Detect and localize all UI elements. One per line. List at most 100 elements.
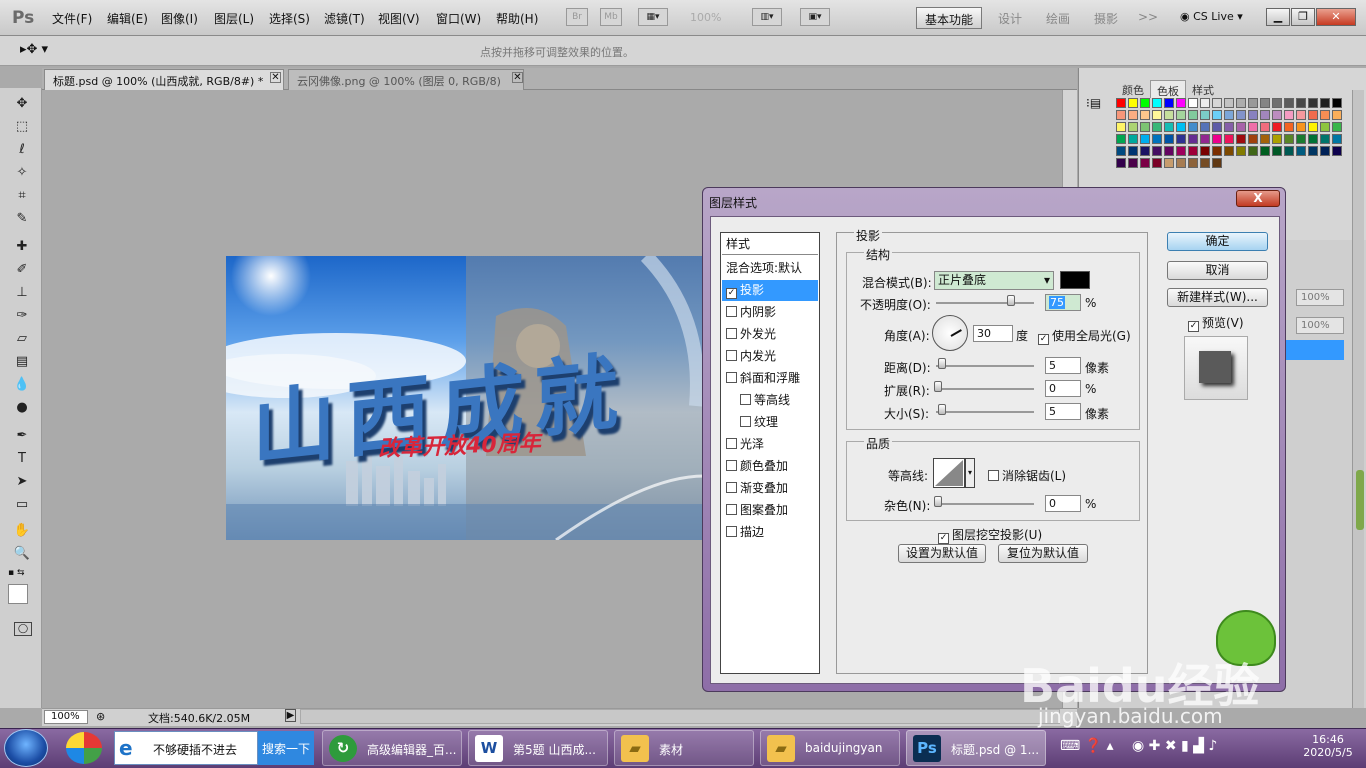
new-style-button[interactable]: 新建样式(W)... xyxy=(1167,288,1268,307)
color-swatch[interactable] xyxy=(1116,158,1126,168)
style-item[interactable]: 渐变叠加 xyxy=(722,478,818,499)
color-swatch[interactable] xyxy=(1176,134,1186,144)
color-swatch[interactable] xyxy=(1212,146,1222,156)
color-swatch[interactable] xyxy=(1224,134,1234,144)
color-swatch[interactable] xyxy=(1140,134,1150,144)
tab-swatches[interactable]: 色板 xyxy=(1150,80,1186,98)
layer-opacity-field[interactable]: 100% xyxy=(1296,289,1344,306)
styles-header[interactable]: 样式 xyxy=(722,234,818,255)
color-swatch[interactable] xyxy=(1116,110,1126,120)
color-swatch[interactable] xyxy=(1152,146,1162,156)
antialias-checkbox[interactable]: 消除锯齿(L) xyxy=(988,467,1066,484)
global-light-checkbox[interactable]: ✓ 使用全局光(G) xyxy=(1038,327,1131,345)
color-swatch[interactable] xyxy=(1164,122,1174,132)
dialog-close-button[interactable]: X xyxy=(1236,190,1280,207)
menu-file[interactable]: 文件(F) xyxy=(52,10,92,27)
color-swatch[interactable] xyxy=(1212,158,1222,168)
reset-default-button[interactable]: 复位为默认值 xyxy=(998,544,1088,563)
noise-slider-track[interactable] xyxy=(936,503,1034,505)
tab-color[interactable]: 颜色 xyxy=(1116,80,1150,98)
color-swatch[interactable] xyxy=(1236,134,1246,144)
eraser-tool-icon[interactable]: ▱ xyxy=(12,330,32,348)
color-swatch[interactable] xyxy=(1164,110,1174,120)
color-swatch[interactable] xyxy=(1284,110,1294,120)
hand-tool-icon[interactable]: ✋ xyxy=(12,522,32,540)
shape-tool-icon[interactable]: ▭ xyxy=(12,496,32,514)
color-swatch[interactable] xyxy=(1164,134,1174,144)
noise-input[interactable]: 0 xyxy=(1045,495,1081,512)
color-swatch[interactable] xyxy=(1308,98,1318,108)
color-swatch[interactable] xyxy=(1248,134,1258,144)
color-swatch[interactable] xyxy=(1260,110,1270,120)
quick-select-tool-icon[interactable]: ✧ xyxy=(12,164,32,182)
color-swatch[interactable] xyxy=(1188,134,1198,144)
color-swatch[interactable] xyxy=(1320,98,1330,108)
color-swatch[interactable] xyxy=(1176,98,1186,108)
color-swatch[interactable] xyxy=(1116,134,1126,144)
color-swatch[interactable] xyxy=(1128,146,1138,156)
color-swatch[interactable] xyxy=(1188,110,1198,120)
knockout-checkbox[interactable]: ✓ 图层挖空投影(U) xyxy=(938,526,1042,544)
color-swatch[interactable] xyxy=(1296,134,1306,144)
ie-search-box[interactable]: 不够硬插不进去 xyxy=(114,731,258,765)
swatch-grid[interactable] xyxy=(1116,98,1348,184)
color-swatch[interactable] xyxy=(1296,122,1306,132)
color-swatch[interactable] xyxy=(1128,98,1138,108)
dodge-tool-icon[interactable]: ● xyxy=(12,399,32,417)
color-swatch[interactable] xyxy=(1188,158,1198,168)
style-item[interactable]: 斜面和浮雕 xyxy=(722,368,818,389)
history-brush-icon[interactable]: ✑ xyxy=(12,307,32,325)
color-swatch[interactable] xyxy=(1236,110,1246,120)
noise-slider-thumb[interactable] xyxy=(934,496,942,507)
style-item[interactable]: 光泽 xyxy=(722,434,818,455)
zoom-tool-icon[interactable]: 🔍 xyxy=(12,545,32,563)
status-zoom-field[interactable]: 100% xyxy=(44,710,88,724)
angle-dial[interactable] xyxy=(932,315,968,351)
menu-edit[interactable]: 编辑(E) xyxy=(107,10,148,27)
foreground-color-swatch[interactable] xyxy=(8,584,28,604)
screen-mode-button[interactable]: ▣▾ xyxy=(800,8,830,26)
color-swatch[interactable] xyxy=(1332,146,1342,156)
color-swatch[interactable] xyxy=(1284,98,1294,108)
color-swatch[interactable] xyxy=(1164,98,1174,108)
color-swatch[interactable] xyxy=(1176,122,1186,132)
color-swatch[interactable] xyxy=(1308,134,1318,144)
color-swatch[interactable] xyxy=(1116,146,1126,156)
color-swatch[interactable] xyxy=(1308,122,1318,132)
checkbox-icon[interactable] xyxy=(726,306,737,317)
color-swatch[interactable] xyxy=(1296,110,1306,120)
layer-fill-field[interactable]: 100% xyxy=(1296,317,1344,334)
color-swatch[interactable] xyxy=(1248,122,1258,132)
color-swatch[interactable] xyxy=(1176,158,1186,168)
blend-mode-select[interactable]: 正片叠底 ▾ xyxy=(934,271,1054,290)
color-swatch[interactable] xyxy=(1320,146,1330,156)
cs-live-button[interactable]: ◉ CS Live ▾ xyxy=(1180,10,1243,23)
tab-title-psd[interactable]: 标题.psd @ 100% (山西成就, RGB/8#) * xyxy=(44,69,284,90)
color-swatch[interactable] xyxy=(1164,146,1174,156)
panel-scroll-thumb[interactable] xyxy=(1356,470,1364,530)
menu-select[interactable]: 选择(S) xyxy=(269,10,310,27)
taskbar-clock[interactable]: 16:46 2020/5/5 xyxy=(1300,733,1356,759)
color-swatch[interactable] xyxy=(1152,110,1162,120)
move-tool-preset-icon[interactable]: ▸✥ ▾ xyxy=(20,42,48,57)
windows-start-button[interactable] xyxy=(4,729,48,767)
color-swatch[interactable] xyxy=(1248,98,1258,108)
tab-buddha-png[interactable]: 云冈佛像.png @ 100% (图层 0, RGB/8) xyxy=(288,69,524,90)
tab-close-icon[interactable]: ✕ xyxy=(270,72,281,83)
color-swatch[interactable] xyxy=(1284,146,1294,156)
color-swatch[interactable] xyxy=(1152,98,1162,108)
color-swatch[interactable] xyxy=(1260,134,1270,144)
type-tool-icon[interactable]: T xyxy=(12,450,32,468)
arrange-documents-button[interactable]: ▥▾ xyxy=(752,8,782,26)
menu-window[interactable]: 窗口(W) xyxy=(436,10,481,27)
style-item[interactable]: ✓ 投影 xyxy=(722,280,818,301)
color-swatch[interactable] xyxy=(1320,134,1330,144)
color-swatch[interactable] xyxy=(1164,158,1174,168)
panel-icon-strip[interactable]: ⁝▤ xyxy=(1086,96,1101,110)
color-swatch[interactable] xyxy=(1284,134,1294,144)
color-swatch[interactable] xyxy=(1308,146,1318,156)
style-item[interactable]: 图案叠加 xyxy=(722,500,818,521)
color-swatch[interactable] xyxy=(1200,98,1210,108)
color-swatch[interactable] xyxy=(1236,146,1246,156)
checkbox-icon[interactable] xyxy=(740,394,751,405)
